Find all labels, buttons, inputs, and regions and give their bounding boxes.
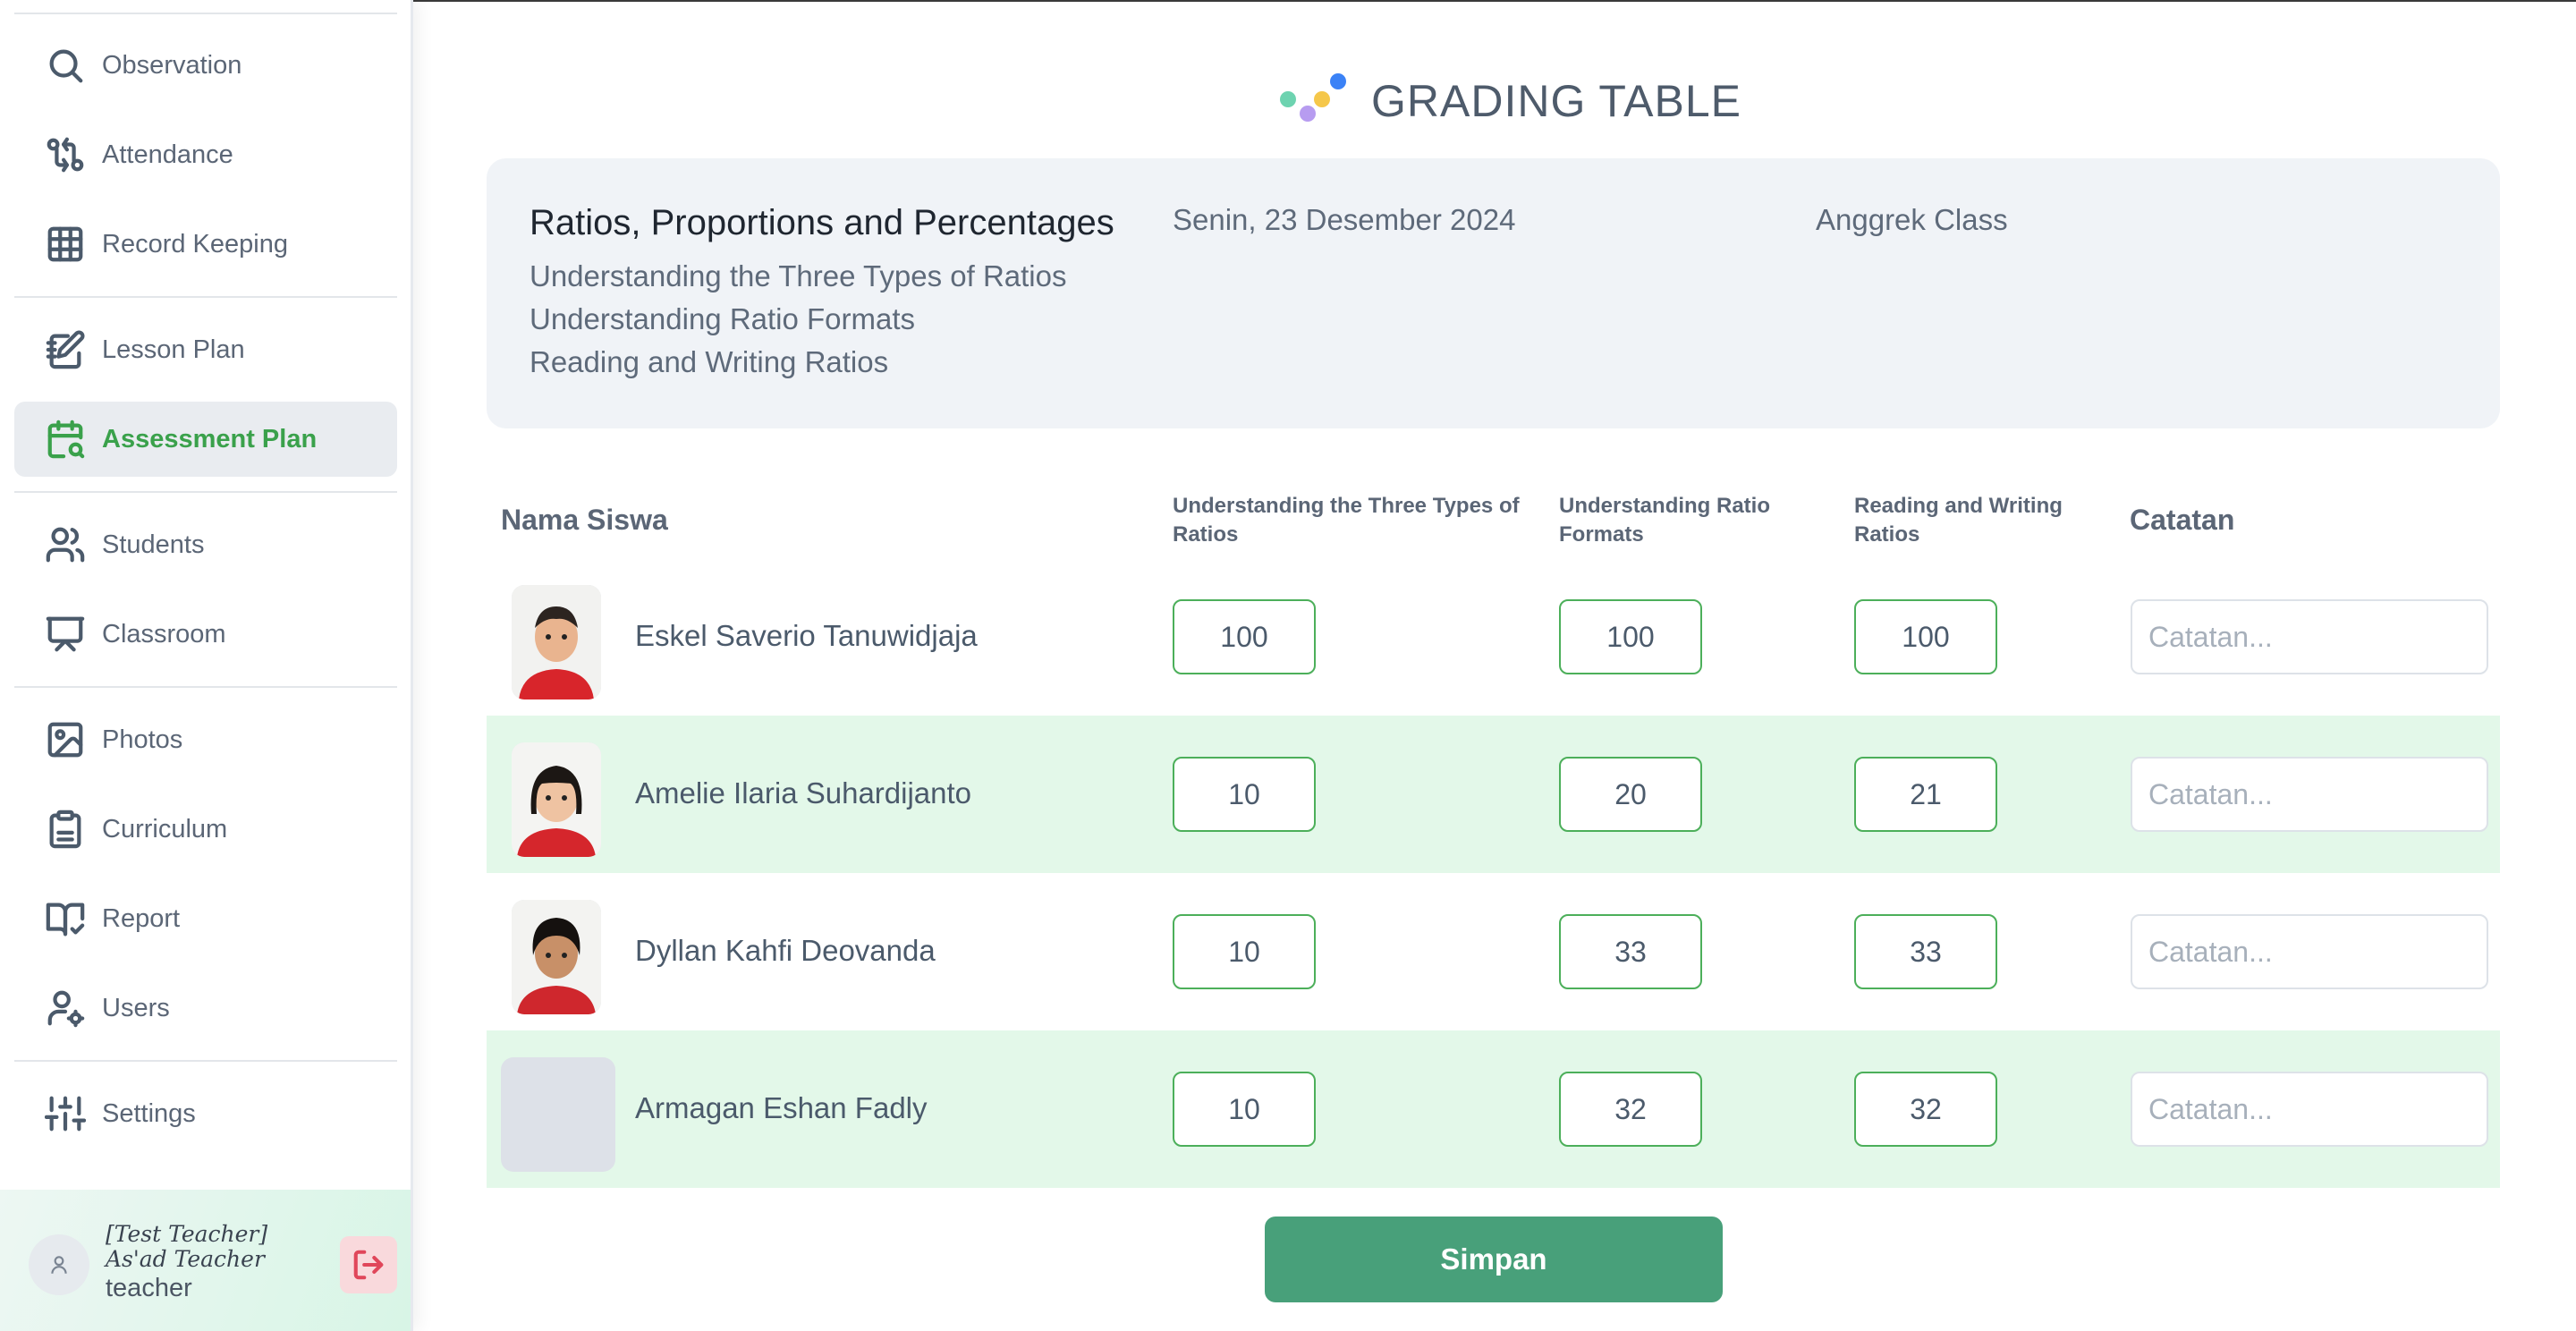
- note-input[interactable]: [2131, 757, 2488, 832]
- subtopic: Understanding the Three Types of Ratios: [530, 259, 1067, 292]
- student-name: Amelie Ilaria Suhardijanto: [635, 776, 972, 810]
- sidebar-item-attendance[interactable]: Attendance: [14, 117, 397, 192]
- student-photo: [512, 585, 601, 699]
- note-input[interactable]: [2131, 1072, 2488, 1147]
- table-row: Amelie Ilaria Suhardijanto: [487, 716, 2500, 873]
- user-panel: [Test Teacher] As'ad Teacher teacher: [0, 1190, 411, 1331]
- sidebar-item-label: Report: [102, 903, 181, 933]
- sidebar-item-curriculum[interactable]: Curriculum: [14, 792, 397, 867]
- lesson-date: Senin, 23 Desember 2024: [1173, 203, 1516, 236]
- sidebar-item-assessment-plan[interactable]: Assessment Plan: [14, 402, 397, 477]
- note-input[interactable]: [2131, 914, 2488, 989]
- score-input[interactable]: [1854, 914, 1997, 989]
- column-header-name: Nama Siswa: [501, 504, 668, 536]
- book-check-icon: [45, 898, 86, 939]
- users-icon: [45, 524, 86, 565]
- student-name: Eskel Saverio Tanuwidjaja: [635, 619, 978, 652]
- subtopic: Understanding Ratio Formats: [530, 302, 916, 335]
- presentation-icon: [45, 614, 86, 655]
- score-input[interactable]: [1854, 757, 1997, 832]
- user-name: [Test Teacher] As'ad Teacher: [106, 1221, 268, 1272]
- search-icon: [45, 45, 86, 86]
- column-header-score-3: Reading and Writing Ratios: [1854, 494, 2063, 547]
- student-photo: [512, 900, 601, 1014]
- sidebar-divider: [14, 491, 397, 493]
- sidebar-item-users[interactable]: Users: [14, 971, 397, 1046]
- sidebar: Observation Attendance Record Keeping Le…: [0, 0, 413, 1331]
- calendar-search-icon: [45, 419, 86, 460]
- clipboard-icon: [45, 809, 86, 850]
- score-input[interactable]: [1559, 757, 1702, 832]
- sidebar-item-report[interactable]: Report: [14, 881, 397, 956]
- score-input[interactable]: [1559, 599, 1702, 674]
- sidebar-item-settings[interactable]: Settings: [14, 1076, 397, 1151]
- page-header: GRADING TABLE: [1275, 72, 1741, 131]
- subtopic: Reading and Writing Ratios: [530, 345, 889, 378]
- sidebar-item-label: Assessment Plan: [102, 424, 318, 454]
- app-logo: [1275, 72, 1355, 131]
- sidebar-divider: [14, 686, 397, 688]
- sidebar-item-label: Photos: [102, 725, 183, 754]
- sidebar-item-lesson-plan[interactable]: Lesson Plan: [14, 312, 397, 387]
- sidebar-item-label: Students: [102, 530, 205, 559]
- sidebar-item-label: Settings: [102, 1098, 196, 1128]
- save-button[interactable]: Simpan: [1265, 1217, 1723, 1302]
- sidebar-item-students[interactable]: Students: [14, 507, 397, 582]
- score-input[interactable]: [1173, 599, 1316, 674]
- score-input[interactable]: [1173, 757, 1316, 832]
- logout-button[interactable]: [340, 1236, 397, 1293]
- student-name: Dyllan Kahfi Deovanda: [635, 934, 936, 967]
- user-cog-icon: [45, 988, 86, 1029]
- column-header-notes: Catatan: [2130, 504, 2235, 536]
- sidebar-item-label: Curriculum: [102, 814, 228, 844]
- sidebar-divider: [14, 13, 397, 14]
- topic-title: Ratios, Proportions and Percentages: [530, 203, 1114, 242]
- score-input[interactable]: [1559, 1072, 1702, 1147]
- table-row: Armagan Eshan Fadly: [487, 1030, 2500, 1188]
- column-header-score-2: Understanding Ratio Formats: [1559, 494, 1771, 547]
- avatar: [29, 1234, 89, 1295]
- sidebar-item-record-keeping[interactable]: Record Keeping: [14, 207, 397, 282]
- class-name: Anggrek Class: [1816, 203, 2008, 236]
- table-row: Dyllan Kahfi Deovanda: [487, 873, 2500, 1030]
- score-input[interactable]: [1173, 1072, 1316, 1147]
- score-input[interactable]: [1854, 599, 1997, 674]
- sidebar-item-classroom[interactable]: Classroom: [14, 597, 397, 672]
- sidebar-item-label: Record Keeping: [102, 229, 288, 259]
- sidebar-item-label: Observation: [102, 50, 242, 80]
- sidebar-item-label: Classroom: [102, 619, 226, 649]
- main-content: GRADING TABLE Ratios, Proportions and Pe…: [416, 0, 2576, 1331]
- notebook-pen-icon: [45, 329, 86, 370]
- student-photo-placeholder: [501, 1057, 615, 1172]
- image-icon: [45, 719, 86, 760]
- sidebar-item-observation[interactable]: Observation: [14, 28, 397, 103]
- logout-icon: [353, 1250, 384, 1280]
- grid-icon: [45, 224, 86, 265]
- note-input[interactable]: [2131, 599, 2488, 674]
- sidebar-divider: [14, 296, 397, 298]
- sliders-icon: [45, 1093, 86, 1134]
- column-header-score-1: Understanding the Three Types of Ratios: [1173, 494, 1520, 547]
- sidebar-item-label: Users: [102, 993, 170, 1022]
- sidebar-divider: [14, 1060, 397, 1062]
- score-input[interactable]: [1559, 914, 1702, 989]
- lesson-info-card: Ratios, Proportions and Percentages Unde…: [487, 158, 2500, 428]
- student-photo: [512, 742, 601, 857]
- score-input[interactable]: [1173, 914, 1316, 989]
- user-icon: [51, 1256, 67, 1274]
- sidebar-item-label: Attendance: [102, 140, 233, 169]
- sidebar-item-photos[interactable]: Photos: [14, 702, 397, 777]
- student-name: Armagan Eshan Fadly: [635, 1091, 928, 1124]
- page-title: GRADING TABLE: [1371, 76, 1742, 126]
- score-input[interactable]: [1854, 1072, 1997, 1147]
- sidebar-item-label: Lesson Plan: [102, 335, 245, 364]
- table-row: Eskel Saverio Tanuwidjaja: [487, 558, 2500, 716]
- git-compare-icon: [45, 134, 86, 175]
- user-role: teacher: [106, 1274, 192, 1302]
